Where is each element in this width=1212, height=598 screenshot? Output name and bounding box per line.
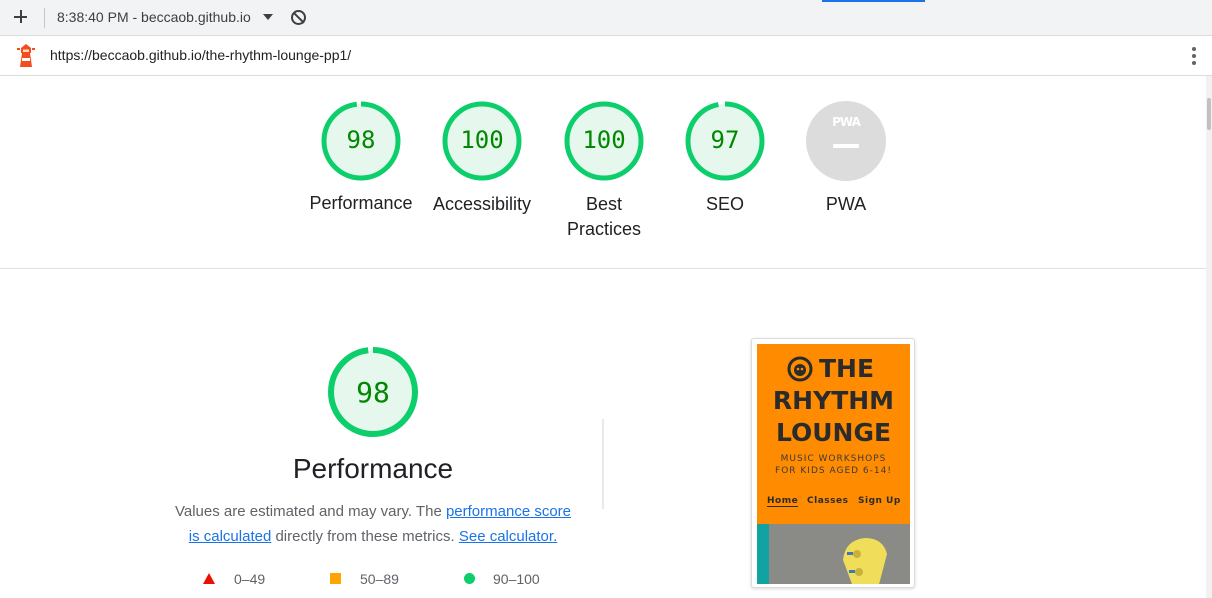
gauge-value: 100 <box>460 126 504 154</box>
triangle-icon <box>203 573 215 584</box>
gauge-pwa[interactable]: PWA PWA <box>786 100 906 217</box>
performance-score: 98 <box>356 376 390 409</box>
gauge-label: SEO <box>705 194 744 214</box>
performance-title: Performance <box>292 453 454 484</box>
gauge-label: Best Practices <box>544 192 664 242</box>
site-title-line1: THE <box>818 354 875 383</box>
legend-range: 90–100 <box>493 571 540 587</box>
desc-text: directly from these metrics. <box>271 528 459 545</box>
gauge-value: 97 <box>710 126 740 154</box>
desc-text: Values are estimated and may vary. The <box>174 503 446 520</box>
site-nav-home: Home <box>767 496 799 507</box>
gauge-value: 98 <box>346 126 376 154</box>
toolbar-separator <box>44 8 45 28</box>
legend-range: 50–89 <box>360 571 399 587</box>
site-title-line3: LOUNGE <box>775 418 892 447</box>
scrollbar-thumb[interactable] <box>1207 98 1211 130</box>
chevron-down-icon[interactable] <box>263 14 273 20</box>
site-nav-signup: Sign Up <box>858 496 901 506</box>
circle-icon <box>464 573 475 584</box>
pwa-badge-icon <box>806 101 886 181</box>
gauge-label: PWA <box>825 194 867 214</box>
gauge-label-line1: Best <box>585 194 623 214</box>
site-hero-accent <box>757 524 769 584</box>
gauge-value: 100 <box>582 126 626 154</box>
block-icon[interactable] <box>291 10 306 25</box>
more-vert-icon[interactable] <box>1191 45 1197 67</box>
plus-icon[interactable] <box>10 6 32 28</box>
site-nav-classes: Classes <box>807 496 849 506</box>
report-url-bar: https://beccaob.github.io/the-rhythm-lou… <box>0 36 1212 76</box>
score-gauges: 98 Performance 100 Accessibility 100 Bes… <box>0 100 1206 250</box>
site-subtitle-line2: FOR KIDS AGED 6-14! <box>775 466 892 476</box>
legend-range: 0–49 <box>234 571 266 587</box>
report-url: https://beccaob.github.io/the-rhythm-lou… <box>50 47 352 63</box>
final-screenshot: THE RHYTHM LOUNGE MUSIC WORKSHOPS FOR KI… <box>757 344 910 584</box>
gauge-label-line2: Practices <box>566 219 642 239</box>
performance-description: Values are estimated and may vary. The p… <box>172 499 574 549</box>
section-divider <box>0 268 1206 269</box>
devtools-toolbar: 8:38:40 PM - beccaob.github.io <box>0 0 1212 36</box>
gauge-label: Accessibility <box>432 194 532 214</box>
gauge-accessibility[interactable]: 100 Accessibility <box>422 100 542 217</box>
site-title-line2: RHYTHM <box>772 386 895 415</box>
guitar-headstock-image <box>843 538 887 584</box>
square-icon <box>330 573 341 584</box>
pwa-badge-text: PWA <box>832 115 861 129</box>
lighthouse-icon <box>17 44 35 67</box>
report-selector[interactable]: 8:38:40 PM - beccaob.github.io <box>57 9 257 25</box>
gauge-label: Performance <box>309 193 413 213</box>
gauge-performance[interactable]: 98 Performance <box>301 100 421 216</box>
site-subtitle-line1: MUSIC WORKSHOPS <box>780 454 887 464</box>
gauge-seo[interactable]: 97 SEO <box>665 100 785 217</box>
see-calculator-link[interactable]: See calculator. <box>459 528 557 545</box>
vertical-divider <box>602 419 604 509</box>
scrollbar-track[interactable] <box>1206 76 1212 598</box>
active-tab-indicator <box>822 0 925 2</box>
gauge-best-practices[interactable]: 100 Best Practices <box>544 100 664 242</box>
